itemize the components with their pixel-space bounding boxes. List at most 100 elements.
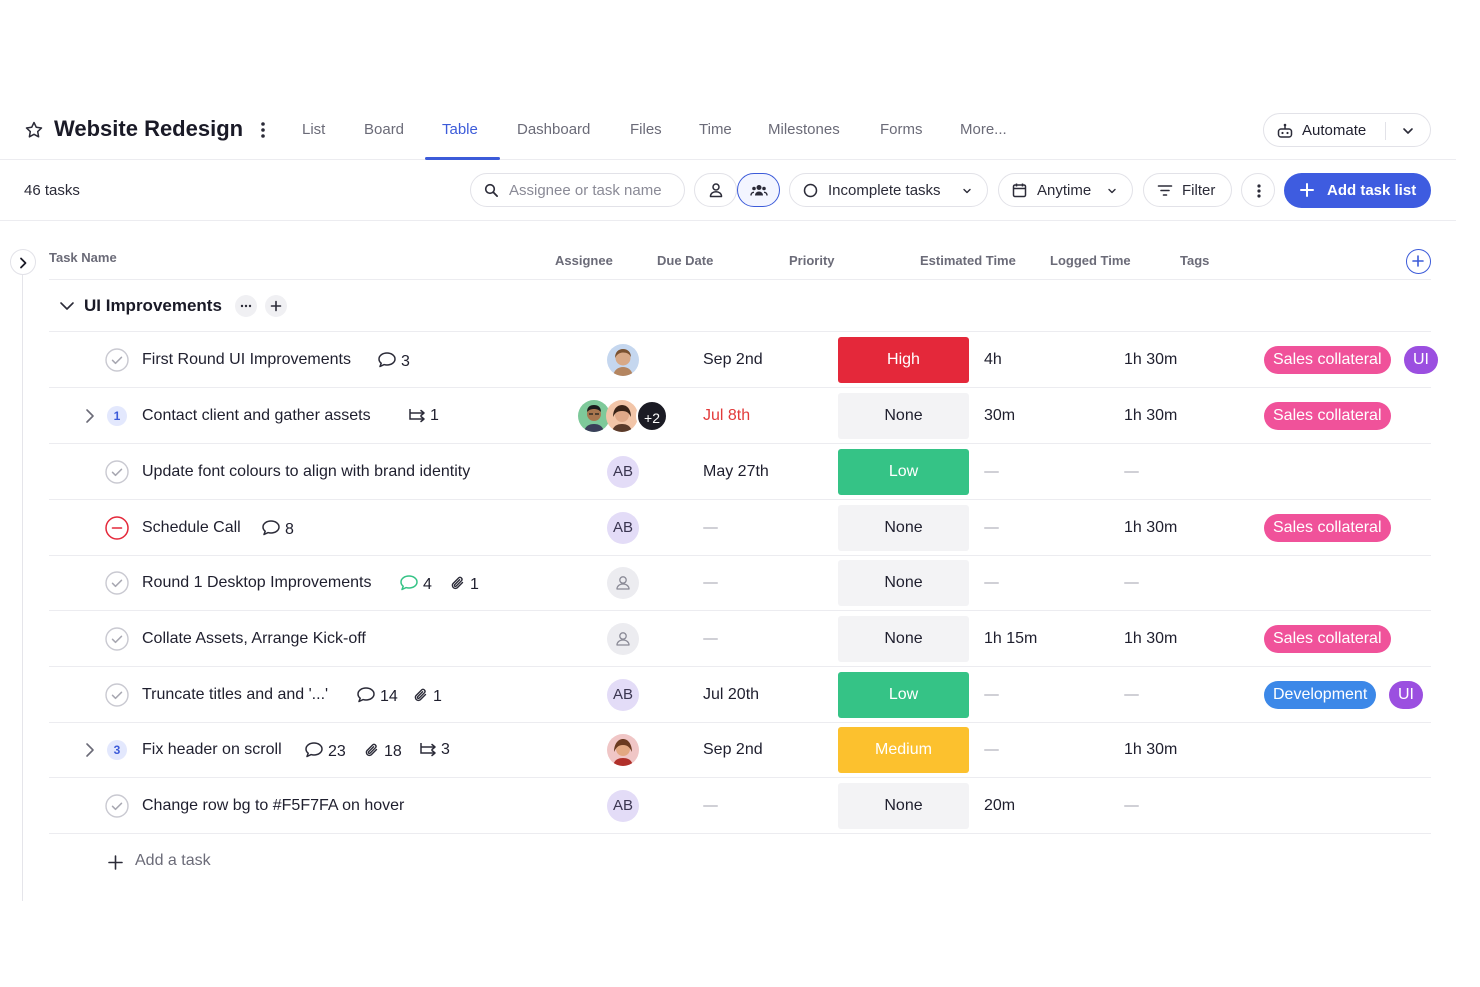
logged-time[interactable]: 1h 30m [1124, 407, 1177, 425]
tag-chip[interactable]: Sales collateral [1264, 346, 1391, 374]
column-header-logged-time[interactable]: Logged Time [1050, 253, 1131, 268]
empty-due-date[interactable] [703, 527, 718, 529]
task-name[interactable]: Round 1 Desktop Improvements [142, 574, 371, 592]
empty-logged-time[interactable] [1124, 805, 1139, 807]
empty-estimated-time[interactable] [984, 749, 999, 751]
subtask-count-badge[interactable]: 3 [107, 740, 127, 760]
empty-logged-time[interactable] [1124, 694, 1139, 696]
avatar[interactable] [606, 400, 638, 432]
due-date[interactable]: Jul 20th [703, 686, 759, 704]
complete-checkbox-icon[interactable] [105, 460, 129, 484]
empty-estimated-time[interactable] [984, 582, 999, 584]
task-name[interactable]: Collate Assets, Arrange Kick-off [142, 630, 366, 648]
avatar[interactable]: AB [607, 512, 639, 544]
subtask-count-badge[interactable]: 1 [107, 406, 127, 426]
tag-chip[interactable]: Sales collateral [1264, 625, 1391, 653]
attachment-count[interactable]: 1 [450, 574, 479, 594]
unassigned-avatar[interactable] [607, 623, 639, 655]
comment-count[interactable]: 23 [304, 741, 346, 761]
avatar[interactable] [607, 734, 639, 766]
complete-checkbox-icon[interactable] [105, 348, 129, 372]
priority-badge[interactable]: None [838, 783, 969, 829]
logged-time[interactable]: 1h 30m [1124, 630, 1177, 648]
complete-checkbox-icon[interactable] [105, 627, 129, 651]
comment-count[interactable]: 8 [261, 519, 294, 539]
add-column-button[interactable] [1406, 249, 1431, 274]
estimated-time[interactable]: 1h 15m [984, 630, 1037, 648]
group-add-task-button[interactable] [265, 295, 287, 317]
priority-badge[interactable]: None [838, 505, 969, 551]
table-row[interactable]: Change row bg to #F5F7FA on hover AB Non… [49, 778, 1431, 834]
empty-logged-time[interactable] [1124, 582, 1139, 584]
priority-badge[interactable]: None [838, 616, 969, 662]
task-name[interactable]: Contact client and gather assets [142, 407, 371, 425]
task-name[interactable]: Truncate titles and and '...' [142, 686, 328, 704]
task-name[interactable]: First Round UI Improvements [142, 351, 351, 369]
table-row[interactable]: Schedule Call 8 AB None 1h 30m Sales col… [49, 500, 1431, 556]
subtask-count[interactable]: 1 [408, 407, 439, 427]
comment-count[interactable]: 3 [377, 351, 410, 371]
table-row[interactable]: Update font colours to align with brand … [49, 444, 1431, 500]
unassigned-avatar[interactable] [607, 567, 639, 599]
table-row[interactable]: 1 Contact client and gather assets 1 +2 … [49, 388, 1431, 444]
tab-board[interactable]: Board [364, 121, 404, 138]
task-name[interactable]: Update font colours to align with brand … [142, 463, 470, 481]
chevron-right-icon[interactable] [84, 742, 96, 758]
date-filter-dropdown[interactable]: Anytime [998, 173, 1133, 207]
tag-chip[interactable]: UI [1404, 346, 1438, 374]
all-tasks-toggle[interactable] [737, 173, 780, 207]
avatar[interactable] [607, 344, 639, 376]
my-tasks-toggle[interactable] [694, 173, 737, 207]
tag-chip[interactable]: UI [1389, 681, 1423, 709]
logged-time[interactable]: 1h 30m [1124, 519, 1177, 537]
comment-count[interactable]: 4 [399, 574, 432, 594]
column-header-assignee[interactable]: Assignee [555, 253, 613, 268]
add-task-button[interactable]: Add a task [107, 851, 237, 873]
add-task-list-button[interactable]: Add task list [1284, 173, 1431, 208]
more-assignees-badge[interactable]: +2 [636, 400, 668, 432]
blocked-status-icon[interactable] [105, 516, 129, 540]
task-name[interactable]: Change row bg to #F5F7FA on hover [142, 797, 404, 815]
task-group-name[interactable]: UI Improvements [84, 296, 222, 316]
empty-due-date[interactable] [703, 638, 718, 640]
tab-milestones[interactable]: Milestones [768, 121, 840, 138]
table-row[interactable]: Truncate titles and and '...' 14 1 AB Ju… [49, 667, 1431, 723]
priority-badge[interactable]: Low [838, 449, 969, 495]
search-input[interactable]: Assignee or task name [470, 173, 685, 207]
empty-estimated-time[interactable] [984, 471, 999, 473]
star-icon[interactable] [24, 120, 44, 140]
task-name[interactable]: Fix header on scroll [142, 741, 282, 759]
estimated-time[interactable]: 30m [984, 407, 1015, 425]
priority-badge[interactable]: Medium [838, 727, 969, 773]
due-date[interactable]: Jul 8th [703, 407, 750, 425]
priority-badge[interactable]: None [838, 393, 969, 439]
tag-chip[interactable]: Sales collateral [1264, 514, 1391, 542]
estimated-time[interactable]: 4h [984, 351, 1002, 369]
attachment-count[interactable]: 1 [413, 686, 442, 706]
priority-badge[interactable]: High [838, 337, 969, 383]
table-row[interactable]: First Round UI Improvements 3 Sep 2nd Hi… [49, 332, 1438, 388]
tab-more[interactable]: More... [960, 121, 1007, 138]
table-row[interactable]: Collate Assets, Arrange Kick-off None 1h… [49, 611, 1431, 667]
column-header-priority[interactable]: Priority [789, 253, 835, 268]
estimated-time[interactable]: 20m [984, 797, 1015, 815]
tag-chip[interactable]: Sales collateral [1264, 402, 1391, 430]
empty-estimated-time[interactable] [984, 694, 999, 696]
kebab-menu-icon[interactable] [256, 120, 270, 140]
automate-button[interactable]: Automate [1263, 113, 1431, 147]
due-date[interactable]: May 27th [703, 463, 769, 481]
due-date[interactable]: Sep 2nd [703, 351, 763, 369]
more-options-button[interactable] [1241, 173, 1275, 207]
expand-sidebar-button[interactable] [10, 249, 36, 275]
chevron-right-icon[interactable] [84, 408, 96, 424]
column-header-estimated-time[interactable]: Estimated Time [920, 253, 1016, 268]
avatar[interactable]: AB [607, 456, 639, 488]
column-header-due-date[interactable]: Due Date [657, 253, 713, 268]
logged-time[interactable]: 1h 30m [1124, 351, 1177, 369]
tab-dashboard[interactable]: Dashboard [517, 121, 590, 138]
avatar[interactable]: AB [607, 790, 639, 822]
complete-checkbox-icon[interactable] [105, 683, 129, 707]
tab-files[interactable]: Files [630, 121, 662, 138]
empty-due-date[interactable] [703, 805, 718, 807]
column-header-task-name[interactable]: Task Name [49, 250, 117, 265]
